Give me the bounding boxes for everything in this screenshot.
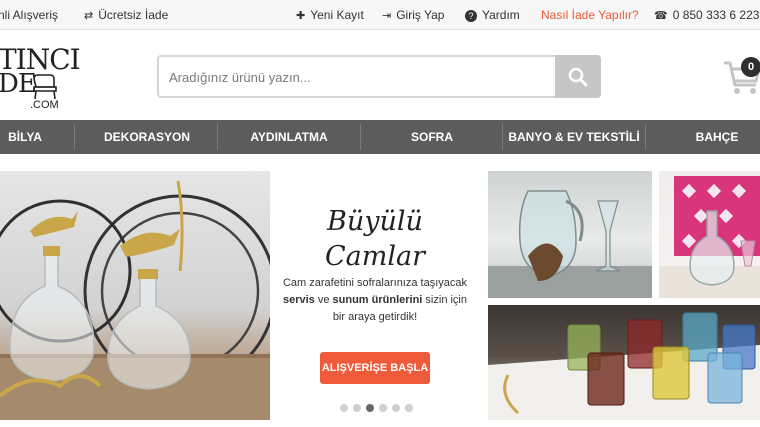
carafe-pillow-photo <box>659 176 760 298</box>
nav-item-tableware[interactable]: SOFRA <box>361 120 503 154</box>
colored-glasses-photo <box>488 312 760 420</box>
topbar-item-label: Yardım <box>482 8 520 22</box>
plus-icon: ✚ <box>296 10 306 22</box>
slider-dot[interactable] <box>340 404 348 412</box>
nav-item-lighting[interactable]: AYDINLATMA <box>218 120 360 154</box>
help-icon: ? <box>465 10 477 22</box>
topbar-item-label: nli Alışveriş <box>0 8 59 22</box>
search-input[interactable] <box>169 67 549 87</box>
nav-item-decoration[interactable]: DEKORASYON <box>76 120 218 154</box>
cart-count-badge: 0 <box>741 57 760 77</box>
exchange-icon: ⇄ <box>84 10 94 22</box>
glass-decanters-photo <box>0 180 270 420</box>
slider-dots <box>340 404 420 414</box>
login-icon: ⇥ <box>382 10 392 22</box>
topbar-item-free-return[interactable]: ⇄ Ücretsiz İade <box>84 8 168 22</box>
topbar-item-phone[interactable]: ☎ 0 850 333 6 223 <box>654 8 759 22</box>
product-tile-carafe[interactable] <box>659 171 760 298</box>
slider-dot[interactable] <box>392 404 400 412</box>
top-bar: nli Alışveriş ⇄ Ücretsiz İade ✚ Yeni Kayıt… <box>0 0 760 30</box>
nav-item-label: BANYO & EV TEKSTİLİ <box>508 130 640 144</box>
topbar-item-label: Nasıl İade Yapılır? <box>541 8 639 22</box>
phone-icon: ☎ <box>654 10 668 22</box>
topbar-item-label: 0 850 333 6 223 <box>672 8 760 22</box>
topbar-item-help[interactable]: ? Yardım <box>465 8 520 22</box>
site-header: TINCI DE .COM 0 <box>0 31 760 120</box>
nav-item-label: AYDINLATMA <box>250 130 328 144</box>
promo-title-line2: Camlar <box>325 241 425 272</box>
category-nav: BİLYA DEKORASYON AYDINLATMA SOFRA BANYO … <box>0 120 760 154</box>
product-tile-colored-glasses[interactable] <box>488 305 760 420</box>
topbar-item-secure-shopping[interactable]: nli Alışveriş <box>0 8 58 22</box>
nav-item-label: SOFRA <box>411 130 453 144</box>
logo-line3: .COM <box>30 99 59 111</box>
site-logo[interactable]: TINCI DE .COM <box>0 43 81 115</box>
slider-dot[interactable] <box>379 404 387 412</box>
promo-desc-bold1: servis <box>282 294 315 306</box>
promo-panel: Büyülü Camlar Cam zarafetini sofralarını… <box>270 171 480 420</box>
nav-item-garden[interactable]: BAHÇE <box>646 120 760 154</box>
nav-item-bath-textile[interactable]: BANYO & EV TEKSTİLİ <box>503 120 645 154</box>
slider-dot-active[interactable] <box>366 404 374 412</box>
promo-desc-part1: Cam zarafetini sofralarınıza taşıyacak <box>282 277 468 289</box>
promo-desc-bold2: sunum ürünlerini <box>332 294 423 306</box>
nav-item-label: BİLYA <box>8 130 42 144</box>
promo-desc-part2: ve <box>314 294 333 306</box>
nav-item-furniture[interactable]: BİLYA <box>0 120 60 154</box>
start-shopping-button[interactable]: ALIŞVERİŞE BAŞLA <box>320 352 430 384</box>
nav-item-label: DEKORASYON <box>103 130 190 144</box>
topbar-item-how-to-return[interactable]: Nasıl İade Yapılır? <box>541 8 639 22</box>
topbar-item-register[interactable]: ✚ Yeni Kayıt <box>296 8 364 22</box>
topbar-item-login[interactable]: ⇥ Giriş Yap <box>382 8 444 22</box>
glass-pitcher-photo <box>488 190 652 298</box>
promo-title-line1: Büyülü <box>327 206 423 237</box>
search-button[interactable] <box>555 55 601 98</box>
nav-separator <box>74 124 75 150</box>
slider-dot[interactable] <box>405 404 413 412</box>
chair-icon <box>33 74 57 100</box>
search-bar <box>157 55 601 98</box>
nav-item-label: BAHÇE <box>695 130 739 144</box>
hero-banner-image[interactable] <box>0 171 270 420</box>
topbar-item-label: Yeni Kayıt <box>310 8 364 22</box>
search-icon <box>568 67 588 87</box>
product-tile-glass-pitcher[interactable] <box>488 171 652 298</box>
topbar-item-label: Giriş Yap <box>396 8 445 22</box>
topbar-item-label: Ücretsiz İade <box>98 8 169 22</box>
cart-button[interactable]: 0 <box>722 51 760 95</box>
promo-description: Cam zarafetini sofralarınıza taşıyacak s… <box>280 275 470 326</box>
slider-dot[interactable] <box>353 404 361 412</box>
